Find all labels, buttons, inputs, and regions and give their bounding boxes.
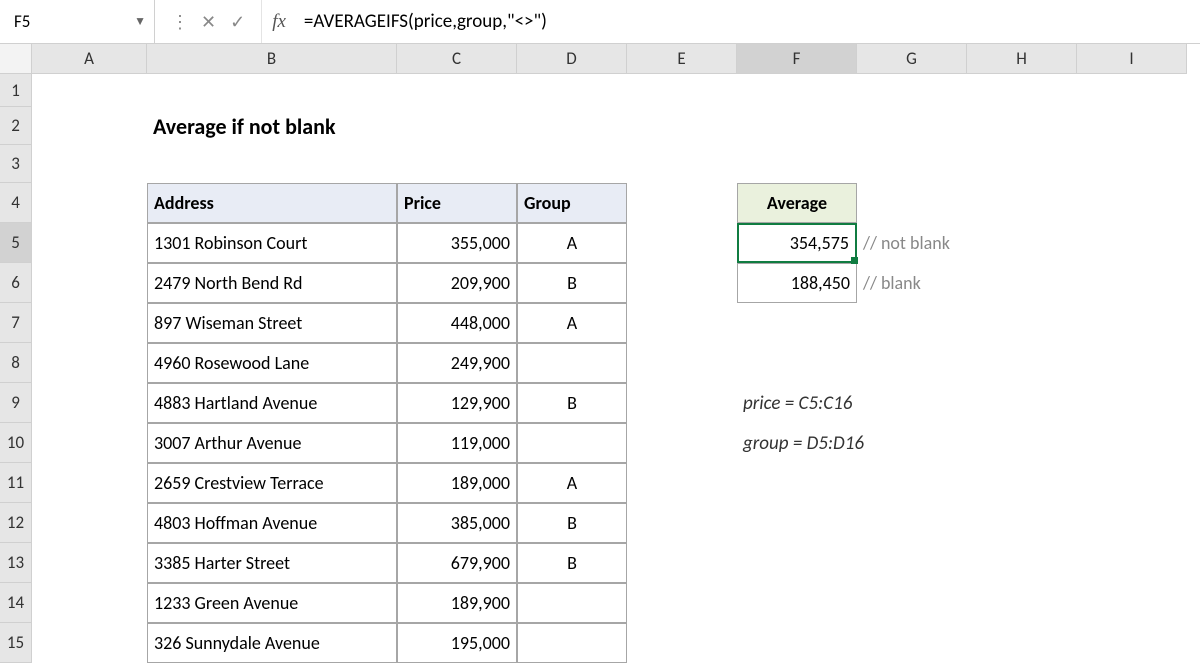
grid-body: ABCDEFGHI Average if not blankAddressPri… <box>32 44 1200 630</box>
cell-group[interactable]: A <box>517 303 627 343</box>
average-not-blank[interactable]: 354,575 <box>737 223 857 263</box>
row-header-4[interactable]: 4 <box>0 183 32 223</box>
chevron-down-icon[interactable]: ▼ <box>134 14 146 29</box>
col-header-H[interactable]: H <box>967 44 1077 74</box>
cell-price[interactable]: 119,000 <box>397 423 517 463</box>
col-header-C[interactable]: C <box>397 44 517 74</box>
cell-group[interactable] <box>517 623 627 663</box>
table-header-price[interactable]: Price <box>397 183 517 223</box>
average-blank[interactable]: 188,450 <box>737 263 857 303</box>
cell-group[interactable]: A <box>517 463 627 503</box>
row-header-7[interactable]: 7 <box>0 303 32 343</box>
name-box[interactable]: F5 ▼ <box>0 0 155 43</box>
cell-group[interactable] <box>517 343 627 383</box>
row-header-11[interactable]: 11 <box>0 463 32 503</box>
cell-address[interactable]: 897 Wiseman Street <box>147 303 397 343</box>
dots-icon[interactable]: ⋮ <box>171 11 187 33</box>
cell-address[interactable]: 4883 Hartland Avenue <box>147 383 397 423</box>
cell-address[interactable]: 4960 Rosewood Lane <box>147 343 397 383</box>
cell-price[interactable]: 385,000 <box>397 503 517 543</box>
cell-price[interactable]: 195,000 <box>397 623 517 663</box>
cell-group[interactable] <box>517 423 627 463</box>
row-header-8[interactable]: 8 <box>0 343 32 383</box>
cell-price[interactable]: 355,000 <box>397 223 517 263</box>
page-title: Average if not blank <box>147 107 547 145</box>
row-header-5[interactable]: 5 <box>0 223 32 263</box>
average-header[interactable]: Average <box>737 183 857 223</box>
named-range-group: group = D5:D16 <box>737 423 1037 463</box>
cell-price[interactable]: 189,000 <box>397 463 517 503</box>
fx-icon[interactable]: fx <box>262 11 292 33</box>
formula-text: =AVERAGEIFS(price,group,"<>") <box>304 10 547 33</box>
cell-price[interactable]: 249,900 <box>397 343 517 383</box>
row-header-10[interactable]: 10 <box>0 423 32 463</box>
cell-price[interactable]: 679,900 <box>397 543 517 583</box>
name-box-value: F5 <box>14 11 30 32</box>
col-header-A[interactable]: A <box>32 44 147 74</box>
cell-price[interactable]: 129,900 <box>397 383 517 423</box>
table-header-group[interactable]: Group <box>517 183 627 223</box>
col-header-G[interactable]: G <box>857 44 967 74</box>
row-header-15[interactable]: 15 <box>0 623 32 663</box>
row-gutter: 123456789101112131415 <box>0 44 32 630</box>
col-header-D[interactable]: D <box>517 44 627 74</box>
confirm-icon[interactable]: ✓ <box>230 11 245 33</box>
col-header-B[interactable]: B <box>147 44 397 74</box>
cell-address[interactable]: 1301 Robinson Court <box>147 223 397 263</box>
grid: 123456789101112131415 ABCDEFGHI Average … <box>0 44 1200 630</box>
cell-price[interactable]: 189,900 <box>397 583 517 623</box>
row-header-6[interactable]: 6 <box>0 263 32 303</box>
cell-group[interactable]: B <box>517 543 627 583</box>
cell-group[interactable]: A <box>517 223 627 263</box>
cell-price[interactable]: 209,900 <box>397 263 517 303</box>
cell-address[interactable]: 1233 Green Avenue <box>147 583 397 623</box>
cell-group[interactable]: B <box>517 503 627 543</box>
formula-input[interactable]: =AVERAGEIFS(price,group,"<>") <box>292 0 1200 43</box>
cell-address[interactable]: 3007 Arthur Avenue <box>147 423 397 463</box>
cell-price[interactable]: 448,000 <box>397 303 517 343</box>
fill-handle[interactable] <box>851 257 858 264</box>
col-header-F[interactable]: F <box>737 44 857 74</box>
cell-group[interactable]: B <box>517 263 627 303</box>
cell-address[interactable]: 3385 Harter Street <box>147 543 397 583</box>
row-header-12[interactable]: 12 <box>0 503 32 543</box>
cell-address[interactable]: 326 Sunnydale Avenue <box>147 623 397 663</box>
cell-group[interactable]: B <box>517 383 627 423</box>
comment-blank: // blank <box>857 263 1057 303</box>
comment-not-blank: // not blank <box>857 223 1057 263</box>
row-header-14[interactable]: 14 <box>0 583 32 623</box>
row-header-3[interactable]: 3 <box>0 145 32 183</box>
cell-group[interactable] <box>517 583 627 623</box>
cell-address[interactable]: 2479 North Bend Rd <box>147 263 397 303</box>
cell-address[interactable]: 4803 Hoffman Avenue <box>147 503 397 543</box>
named-range-price: price = C5:C16 <box>737 383 1037 423</box>
cell-address[interactable]: 2659 Crestview Terrace <box>147 463 397 503</box>
formula-bar: F5 ▼ ⋮ ✕ ✓ fx =AVERAGEIFS(price,group,"<… <box>0 0 1200 44</box>
col-header-I[interactable]: I <box>1077 44 1187 74</box>
formula-controls: ⋮ ✕ ✓ <box>155 0 262 43</box>
table-header-address[interactable]: Address <box>147 183 397 223</box>
row-header-1[interactable]: 1 <box>0 74 32 107</box>
row-header-2[interactable]: 2 <box>0 107 32 145</box>
cancel-icon[interactable]: ✕ <box>201 11 216 33</box>
row-header-13[interactable]: 13 <box>0 543 32 583</box>
row-header-9[interactable]: 9 <box>0 383 32 423</box>
select-all-corner[interactable] <box>0 44 32 74</box>
col-header-E[interactable]: E <box>627 44 737 74</box>
